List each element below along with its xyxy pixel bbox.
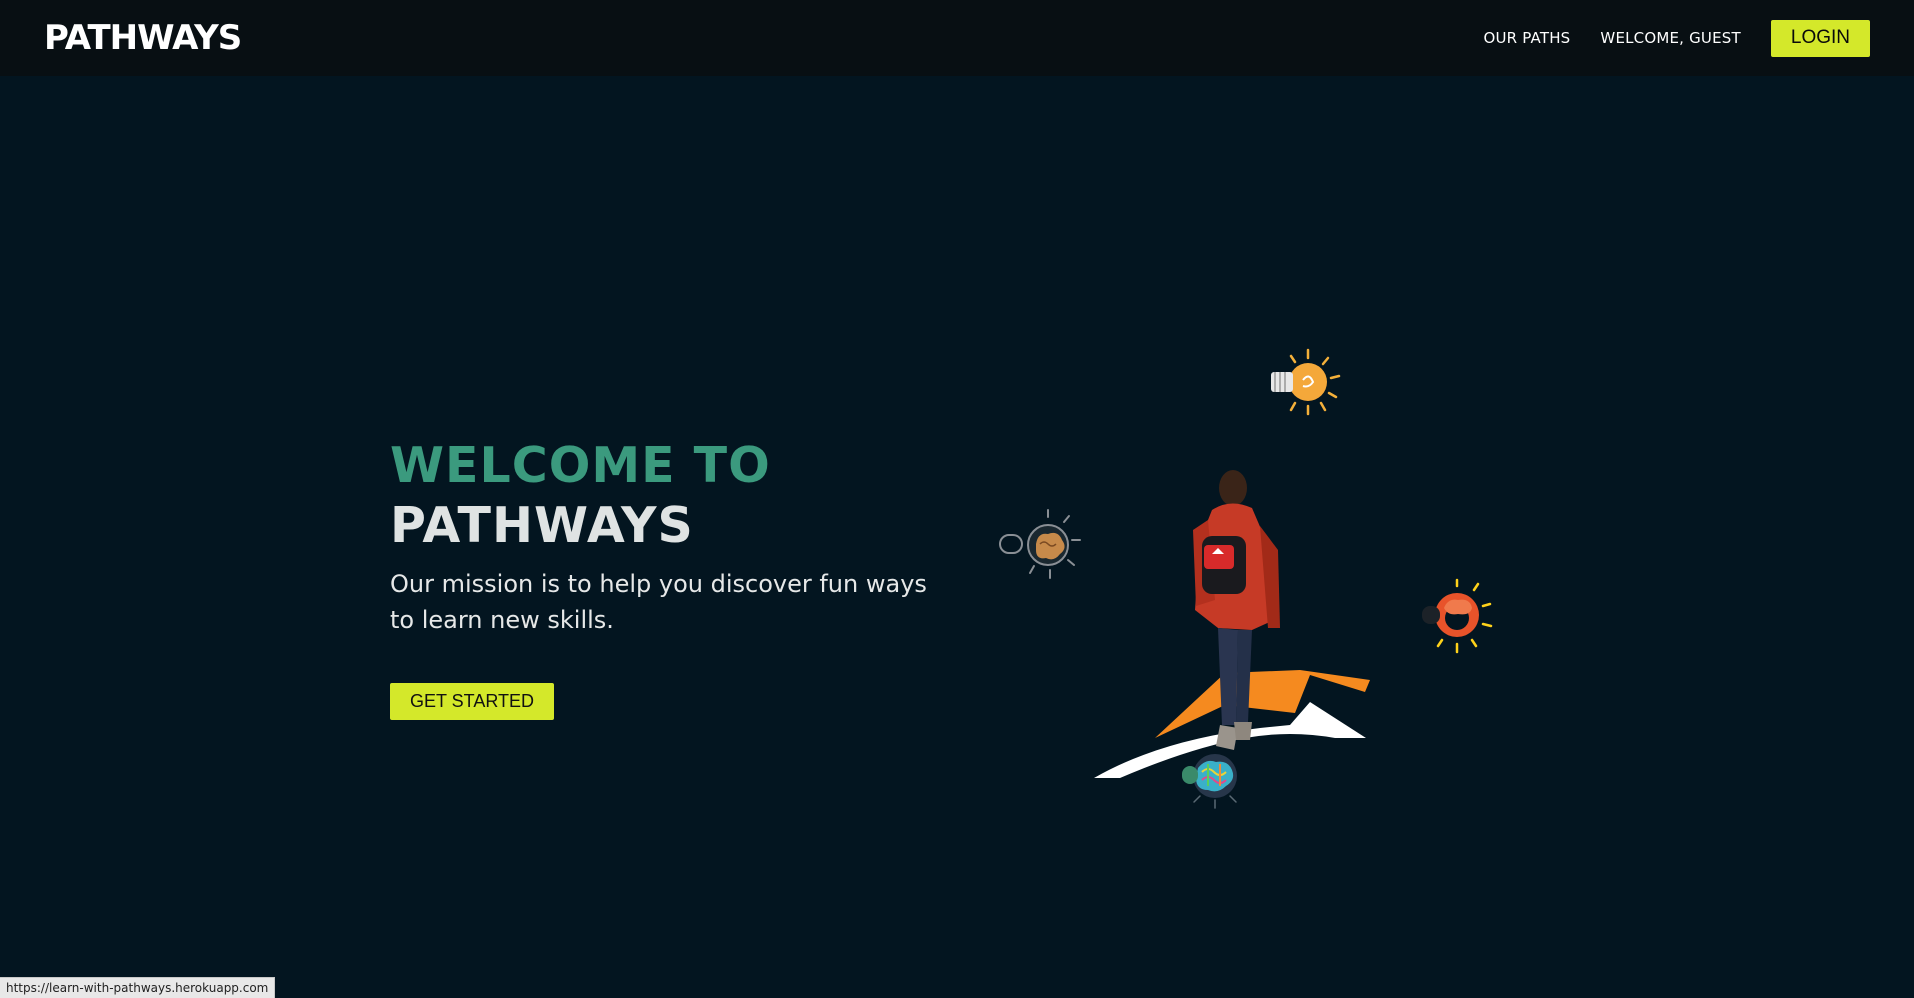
login-button[interactable]: LOGIN <box>1770 19 1870 57</box>
hero-title-line1: WELCOME TO <box>390 437 771 494</box>
status-bar-url: https://learn-with-pathways.herokuapp.co… <box>0 977 276 998</box>
navbar: PATHWAYS OUR PATHS WELCOME, GUEST LOGIN <box>0 0 1914 76</box>
brain-gear-icon <box>1422 578 1493 654</box>
lightbulb-icon <box>1271 348 1341 416</box>
colorful-brain-icon <box>1182 754 1237 809</box>
hero-section: WELCOME TO PATHWAYS Our mission is to he… <box>390 436 950 638</box>
get-started-button[interactable]: GET STARTED <box>390 683 554 720</box>
hero-mission-text: Our mission is to help you discover fun … <box>390 570 927 634</box>
hero-title-line2: PATHWAYS <box>390 497 694 554</box>
hero-illustration <box>999 348 1493 809</box>
logo-text: PATHWAYS <box>44 18 242 58</box>
nav-links: OUR PATHS WELCOME, GUEST LOGIN <box>1453 19 1870 57</box>
brain-lightbulb-icon <box>999 509 1081 579</box>
nav-link-our-paths[interactable]: OUR PATHS <box>1483 29 1570 47</box>
logo[interactable]: PATHWAYS <box>44 18 242 58</box>
nav-link-welcome-guest[interactable]: WELCOME, GUEST <box>1600 29 1740 47</box>
